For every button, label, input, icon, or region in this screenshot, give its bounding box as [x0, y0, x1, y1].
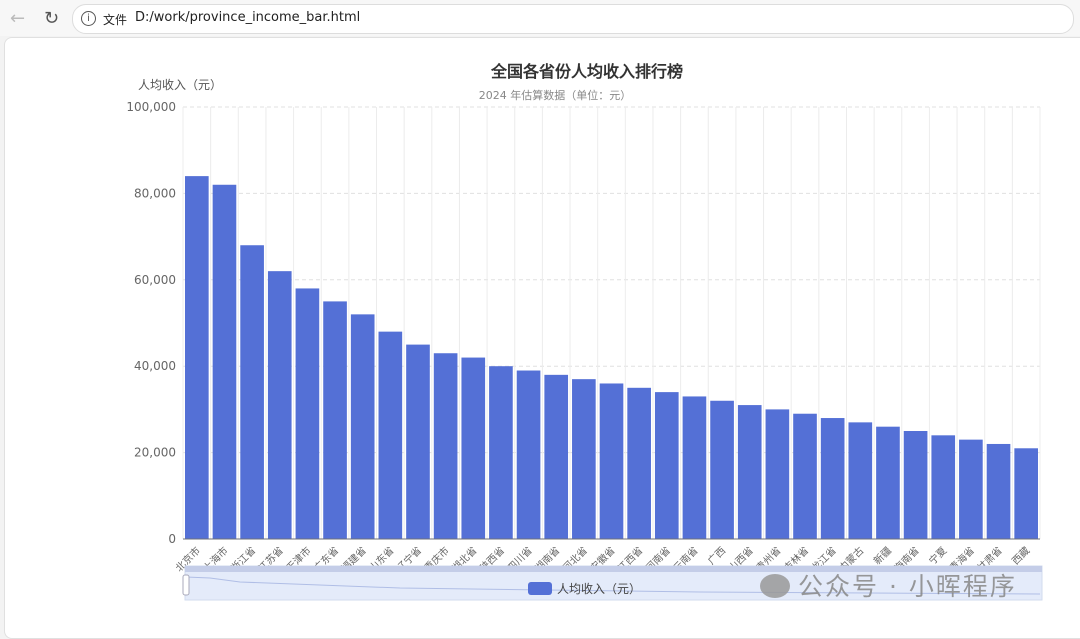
bar[interactable] [654, 392, 679, 539]
bar[interactable] [959, 439, 983, 539]
y-tick-label: 80,000 [134, 186, 176, 200]
chart-title: 全国各省份人均收入排行榜 [490, 62, 683, 81]
bar[interactable] [627, 387, 651, 539]
bar[interactable] [876, 426, 900, 539]
bar[interactable] [350, 314, 375, 539]
bar[interactable] [765, 409, 790, 539]
bar[interactable] [240, 245, 264, 540]
watermark-text: 公众号 · 小晖程序 [798, 572, 1017, 601]
bar[interactable] [378, 331, 403, 539]
y-tick-label: 0 [168, 532, 176, 546]
legend-label[interactable]: 人均收入（元） [557, 582, 641, 596]
x-tick-label: 西藏 [1010, 545, 1033, 568]
bar[interactable] [572, 379, 596, 539]
y-tick-label: 100,000 [126, 100, 176, 114]
bar-chart: 全国各省份人均收入排行榜 2024 年估算数据（单位：元） 人均收入（元） 0 20,0… [126, 62, 1043, 601]
datazoom-handle-left[interactable] [182, 574, 190, 596]
y-axis-label: 人均收入（元） [138, 78, 222, 92]
bar[interactable] [295, 288, 320, 539]
bar[interactable] [793, 413, 817, 539]
bar[interactable] [406, 344, 430, 539]
bar[interactable] [986, 443, 1011, 539]
wechat-icon [760, 574, 790, 598]
x-tick-label: 新疆 [871, 544, 894, 567]
bar[interactable] [323, 301, 347, 539]
bar[interactable] [737, 405, 762, 539]
bar[interactable] [599, 383, 624, 539]
bar[interactable] [682, 396, 707, 539]
bar[interactable] [848, 422, 873, 539]
bar[interactable] [461, 357, 486, 539]
bar[interactable] [185, 176, 209, 539]
y-tick-label: 60,000 [134, 273, 176, 287]
bar[interactable] [433, 353, 458, 539]
y-tick-label: 20,000 [134, 446, 176, 460]
bar[interactable] [820, 418, 845, 539]
bar[interactable] [903, 431, 928, 539]
bar[interactable] [212, 184, 237, 539]
x-tick-label: 广西 [706, 545, 729, 568]
watermark: 公众号 · 小晖程序 [760, 567, 1017, 603]
legend-swatch[interactable] [528, 582, 552, 595]
bar[interactable] [931, 435, 956, 539]
bar[interactable] [516, 370, 541, 539]
bar[interactable] [544, 374, 569, 539]
bar[interactable] [710, 400, 734, 539]
bar[interactable] [267, 271, 292, 539]
y-tick-label: 40,000 [134, 359, 176, 373]
chart-subtitle: 2024 年估算数据（单位：元） [479, 88, 632, 102]
x-tick-label: 宁夏 [926, 544, 949, 567]
bar[interactable] [1014, 448, 1038, 539]
bar[interactable] [489, 366, 513, 539]
